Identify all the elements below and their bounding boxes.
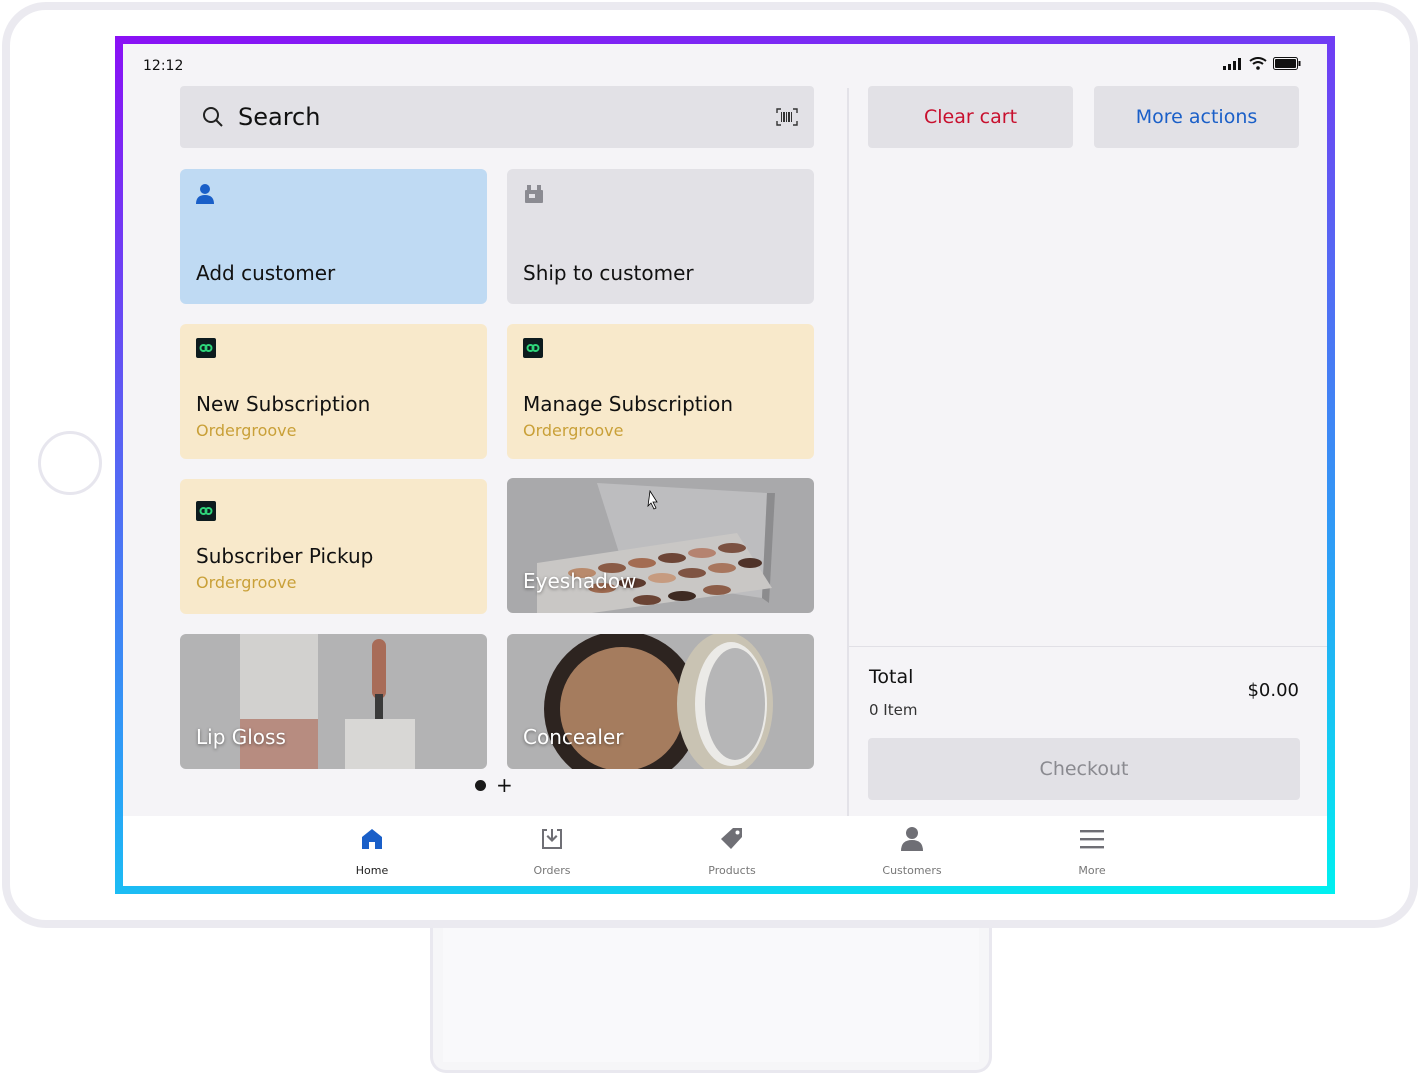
tile-subscriber-pickup[interactable]: Subscriber Pickup Ordergroove — [180, 479, 487, 614]
battery-icon — [1273, 57, 1301, 70]
tile-new-subscription[interactable]: New Subscription Ordergroove — [180, 324, 487, 459]
clear-cart-button[interactable]: Clear cart — [868, 86, 1073, 148]
tile-title: Manage Subscription — [523, 392, 734, 416]
tile-add-customer[interactable]: Add customer — [180, 169, 487, 304]
tile-subtitle: Ordergroove — [196, 573, 297, 592]
orders-icon — [542, 829, 562, 849]
total-value: $0.00 — [1247, 680, 1299, 701]
add-page-button[interactable]: + — [496, 775, 513, 795]
signal-icon — [1223, 57, 1241, 70]
pos-screen: 12:12 Search Add customer Ship to custom… — [123, 44, 1327, 886]
nav-label: More — [1078, 864, 1106, 877]
status-time: 12:12 — [143, 58, 184, 74]
nav-customers[interactable]: Customers — [857, 824, 967, 877]
tile-eyeshadow[interactable]: Eyeshadow — [507, 478, 814, 613]
total-separator — [849, 646, 1327, 647]
tile-subtitle: Ordergroove — [196, 421, 297, 440]
menu-icon — [1080, 830, 1104, 849]
nav-orders[interactable]: Orders — [497, 824, 607, 877]
nav-home[interactable]: Home — [317, 824, 427, 877]
tile-concealer[interactable]: Concealer — [507, 634, 814, 769]
tile-title: Add customer — [196, 261, 336, 285]
item-count: 0 Item — [869, 701, 918, 719]
package-icon — [525, 185, 543, 203]
tablet-home-button — [38, 431, 102, 495]
tile-title: Concealer — [523, 725, 624, 749]
search-icon — [203, 107, 223, 127]
more-actions-button[interactable]: More actions — [1094, 86, 1299, 148]
nav-label: Orders — [533, 864, 571, 877]
tile-manage-subscription[interactable]: Manage Subscription Ordergroove — [507, 324, 814, 459]
bottom-nav: Home Orders Products Customers More — [123, 816, 1327, 886]
tile-title: Ship to customer — [523, 261, 694, 285]
nav-more[interactable]: More — [1037, 824, 1147, 877]
ordergroove-icon — [196, 338, 216, 358]
person-icon — [196, 184, 214, 204]
search-label: Search — [238, 103, 321, 131]
ordergroove-icon — [523, 338, 543, 358]
home-icon — [362, 829, 382, 849]
device-stand — [430, 925, 992, 1073]
ordergroove-icon — [196, 501, 216, 521]
tile-title: Eyeshadow — [523, 569, 637, 593]
nav-products[interactable]: Products — [677, 824, 787, 877]
nav-label: Products — [708, 864, 756, 877]
status-icons — [1223, 57, 1301, 70]
checkout-button[interactable]: Checkout — [868, 738, 1300, 800]
tile-title: Subscriber Pickup — [196, 544, 374, 568]
tile-lip-gloss[interactable]: Lip Gloss — [180, 634, 487, 769]
total-label: Total — [869, 666, 914, 688]
nav-label: Home — [355, 864, 389, 877]
page-dot-active[interactable] — [475, 779, 486, 791]
nav-label: Customers — [882, 864, 942, 877]
tag-icon — [721, 828, 742, 849]
search-bar[interactable]: Search — [180, 86, 814, 148]
wifi-icon — [1249, 57, 1267, 70]
person-icon — [901, 827, 923, 851]
tile-ship-to-customer[interactable]: Ship to customer — [507, 169, 814, 304]
tile-title: Lip Gloss — [196, 725, 286, 749]
tile-title: New Subscription — [196, 392, 371, 416]
panel-divider — [847, 88, 849, 818]
barcode-scan-icon[interactable] — [776, 108, 798, 126]
tile-subtitle: Ordergroove — [523, 421, 624, 440]
page-indicator: + — [475, 775, 513, 795]
